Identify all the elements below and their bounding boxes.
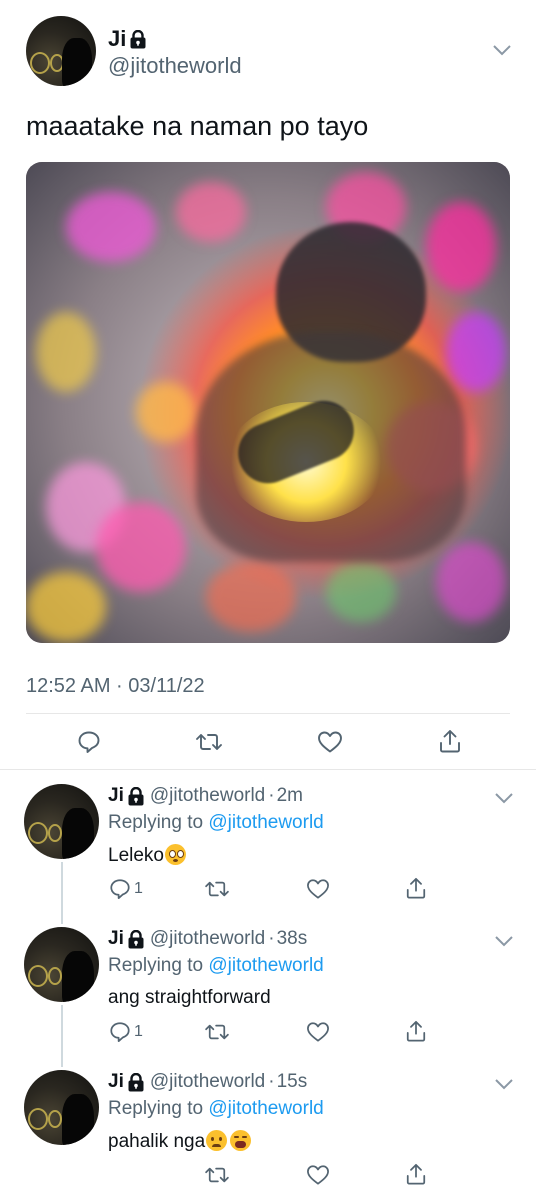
tweet-text: maaatake na naman po tayo bbox=[26, 111, 369, 141]
reply-text: Leleko bbox=[108, 845, 164, 866]
replying-to-link[interactable]: @jitotheworld bbox=[208, 812, 323, 833]
retweet-icon bbox=[205, 1024, 229, 1040]
separator-dot: · bbox=[268, 1071, 275, 1092]
like-button[interactable] bbox=[306, 1164, 330, 1186]
like-button[interactable] bbox=[306, 1021, 330, 1043]
reply-icon bbox=[78, 731, 100, 753]
share-button[interactable] bbox=[405, 1019, 427, 1043]
chevron-down-icon[interactable] bbox=[495, 935, 513, 947]
worried-face-emoji bbox=[206, 1130, 228, 1151]
chevron-down-icon[interactable] bbox=[493, 44, 511, 56]
reply-text-row: Leleko bbox=[108, 844, 186, 867]
like-button[interactable] bbox=[317, 730, 343, 754]
reply-tweet[interactable]: Ji @jitotheworld · 2m Replying to @jitot… bbox=[0, 780, 536, 920]
reply-time[interactable]: 2m bbox=[277, 785, 303, 807]
reply-count: 1 bbox=[134, 1023, 143, 1040]
author-name-row: Ji @jitotheworld · 15s bbox=[108, 1071, 307, 1093]
replying-to: Replying to @jitotheworld bbox=[108, 1098, 324, 1120]
lock-icon bbox=[130, 29, 146, 48]
chevron-down-icon[interactable] bbox=[495, 1078, 513, 1090]
author-name-row: Ji @jitotheworld · 38s bbox=[108, 928, 307, 950]
share-icon bbox=[406, 1020, 426, 1042]
retweet-icon bbox=[196, 734, 222, 750]
reply-text: pahalik nga bbox=[108, 1131, 206, 1152]
tired-face-emoji bbox=[230, 1130, 252, 1151]
reply-button[interactable]: 1 bbox=[109, 878, 143, 900]
handle[interactable]: @jitotheworld bbox=[108, 53, 242, 79]
reply-button[interactable]: 1 bbox=[109, 1021, 143, 1043]
heart-icon bbox=[307, 879, 329, 899]
share-button[interactable] bbox=[405, 1162, 427, 1186]
retweet-icon bbox=[205, 881, 229, 897]
display-name[interactable]: Ji bbox=[108, 928, 124, 950]
reply-text-row: pahalik nga bbox=[108, 1130, 252, 1153]
avatar[interactable] bbox=[24, 927, 99, 1002]
replying-prefix: Replying to bbox=[108, 1098, 204, 1119]
chevron-down-icon[interactable] bbox=[495, 792, 513, 804]
tweet-timestamp[interactable]: 12:52 AM · 03/11/22 bbox=[26, 675, 205, 698]
author-name-row: Ji @jitotheworld · 2m bbox=[108, 785, 303, 807]
handle[interactable]: @jitotheworld bbox=[150, 928, 265, 950]
heart-icon bbox=[318, 731, 342, 753]
handle[interactable]: @jitotheworld bbox=[150, 1071, 265, 1093]
main-tweet: Ji @jitotheworld maaatake na naman po ta… bbox=[0, 0, 536, 770]
like-button[interactable] bbox=[306, 878, 330, 900]
flushed-face-emoji bbox=[165, 844, 186, 865]
tweet-image[interactable] bbox=[26, 162, 510, 643]
replying-to: Replying to @jitotheworld bbox=[108, 812, 324, 834]
retweet-icon bbox=[205, 1167, 229, 1183]
divider bbox=[26, 713, 510, 714]
display-name[interactable]: Ji bbox=[108, 1071, 124, 1093]
avatar[interactable] bbox=[26, 16, 96, 86]
reply-icon bbox=[110, 1022, 130, 1043]
avatar[interactable] bbox=[24, 784, 99, 859]
display-name[interactable]: Ji bbox=[108, 26, 126, 52]
reply-time[interactable]: 15s bbox=[277, 1071, 308, 1093]
lock-icon bbox=[128, 786, 144, 805]
retweet-button[interactable] bbox=[204, 879, 230, 899]
reply-tweet[interactable]: Ji @jitotheworld · 15s Replying to @jito… bbox=[0, 1066, 536, 1200]
reply-count: 1 bbox=[134, 880, 143, 897]
replying-to: Replying to @jitotheworld bbox=[108, 955, 324, 977]
replying-prefix: Replying to bbox=[108, 955, 204, 976]
share-icon bbox=[406, 1163, 426, 1185]
separator-dot: · bbox=[268, 928, 275, 949]
display-name[interactable]: Ji bbox=[108, 785, 124, 807]
reply-button[interactable] bbox=[77, 730, 101, 754]
separator-dot: · bbox=[268, 785, 275, 806]
lock-icon bbox=[128, 1072, 144, 1091]
divider bbox=[0, 769, 536, 770]
retweet-button[interactable] bbox=[195, 731, 223, 753]
retweet-button[interactable] bbox=[204, 1022, 230, 1042]
reply-text-row: ang straightforward bbox=[108, 987, 271, 1009]
share-icon bbox=[406, 877, 426, 899]
replying-prefix: Replying to bbox=[108, 812, 204, 833]
reply-icon bbox=[110, 879, 130, 900]
retweet-button[interactable] bbox=[204, 1165, 230, 1185]
handle[interactable]: @jitotheworld bbox=[150, 785, 265, 807]
share-button[interactable] bbox=[438, 728, 462, 754]
lock-icon bbox=[128, 929, 144, 948]
avatar[interactable] bbox=[24, 1070, 99, 1145]
share-icon bbox=[440, 730, 460, 753]
reply-tweet[interactable]: Ji @jitotheworld · 38s Replying to @jito… bbox=[0, 923, 536, 1063]
replying-to-link[interactable]: @jitotheworld bbox=[208, 955, 323, 976]
heart-icon bbox=[307, 1022, 329, 1042]
reply-text: ang straightforward bbox=[108, 987, 271, 1008]
reply-time[interactable]: 38s bbox=[277, 928, 308, 950]
heart-icon bbox=[307, 1165, 329, 1185]
replying-to-link[interactable]: @jitotheworld bbox=[208, 1098, 323, 1119]
share-button[interactable] bbox=[405, 876, 427, 900]
author-name-row: Ji bbox=[108, 26, 146, 52]
